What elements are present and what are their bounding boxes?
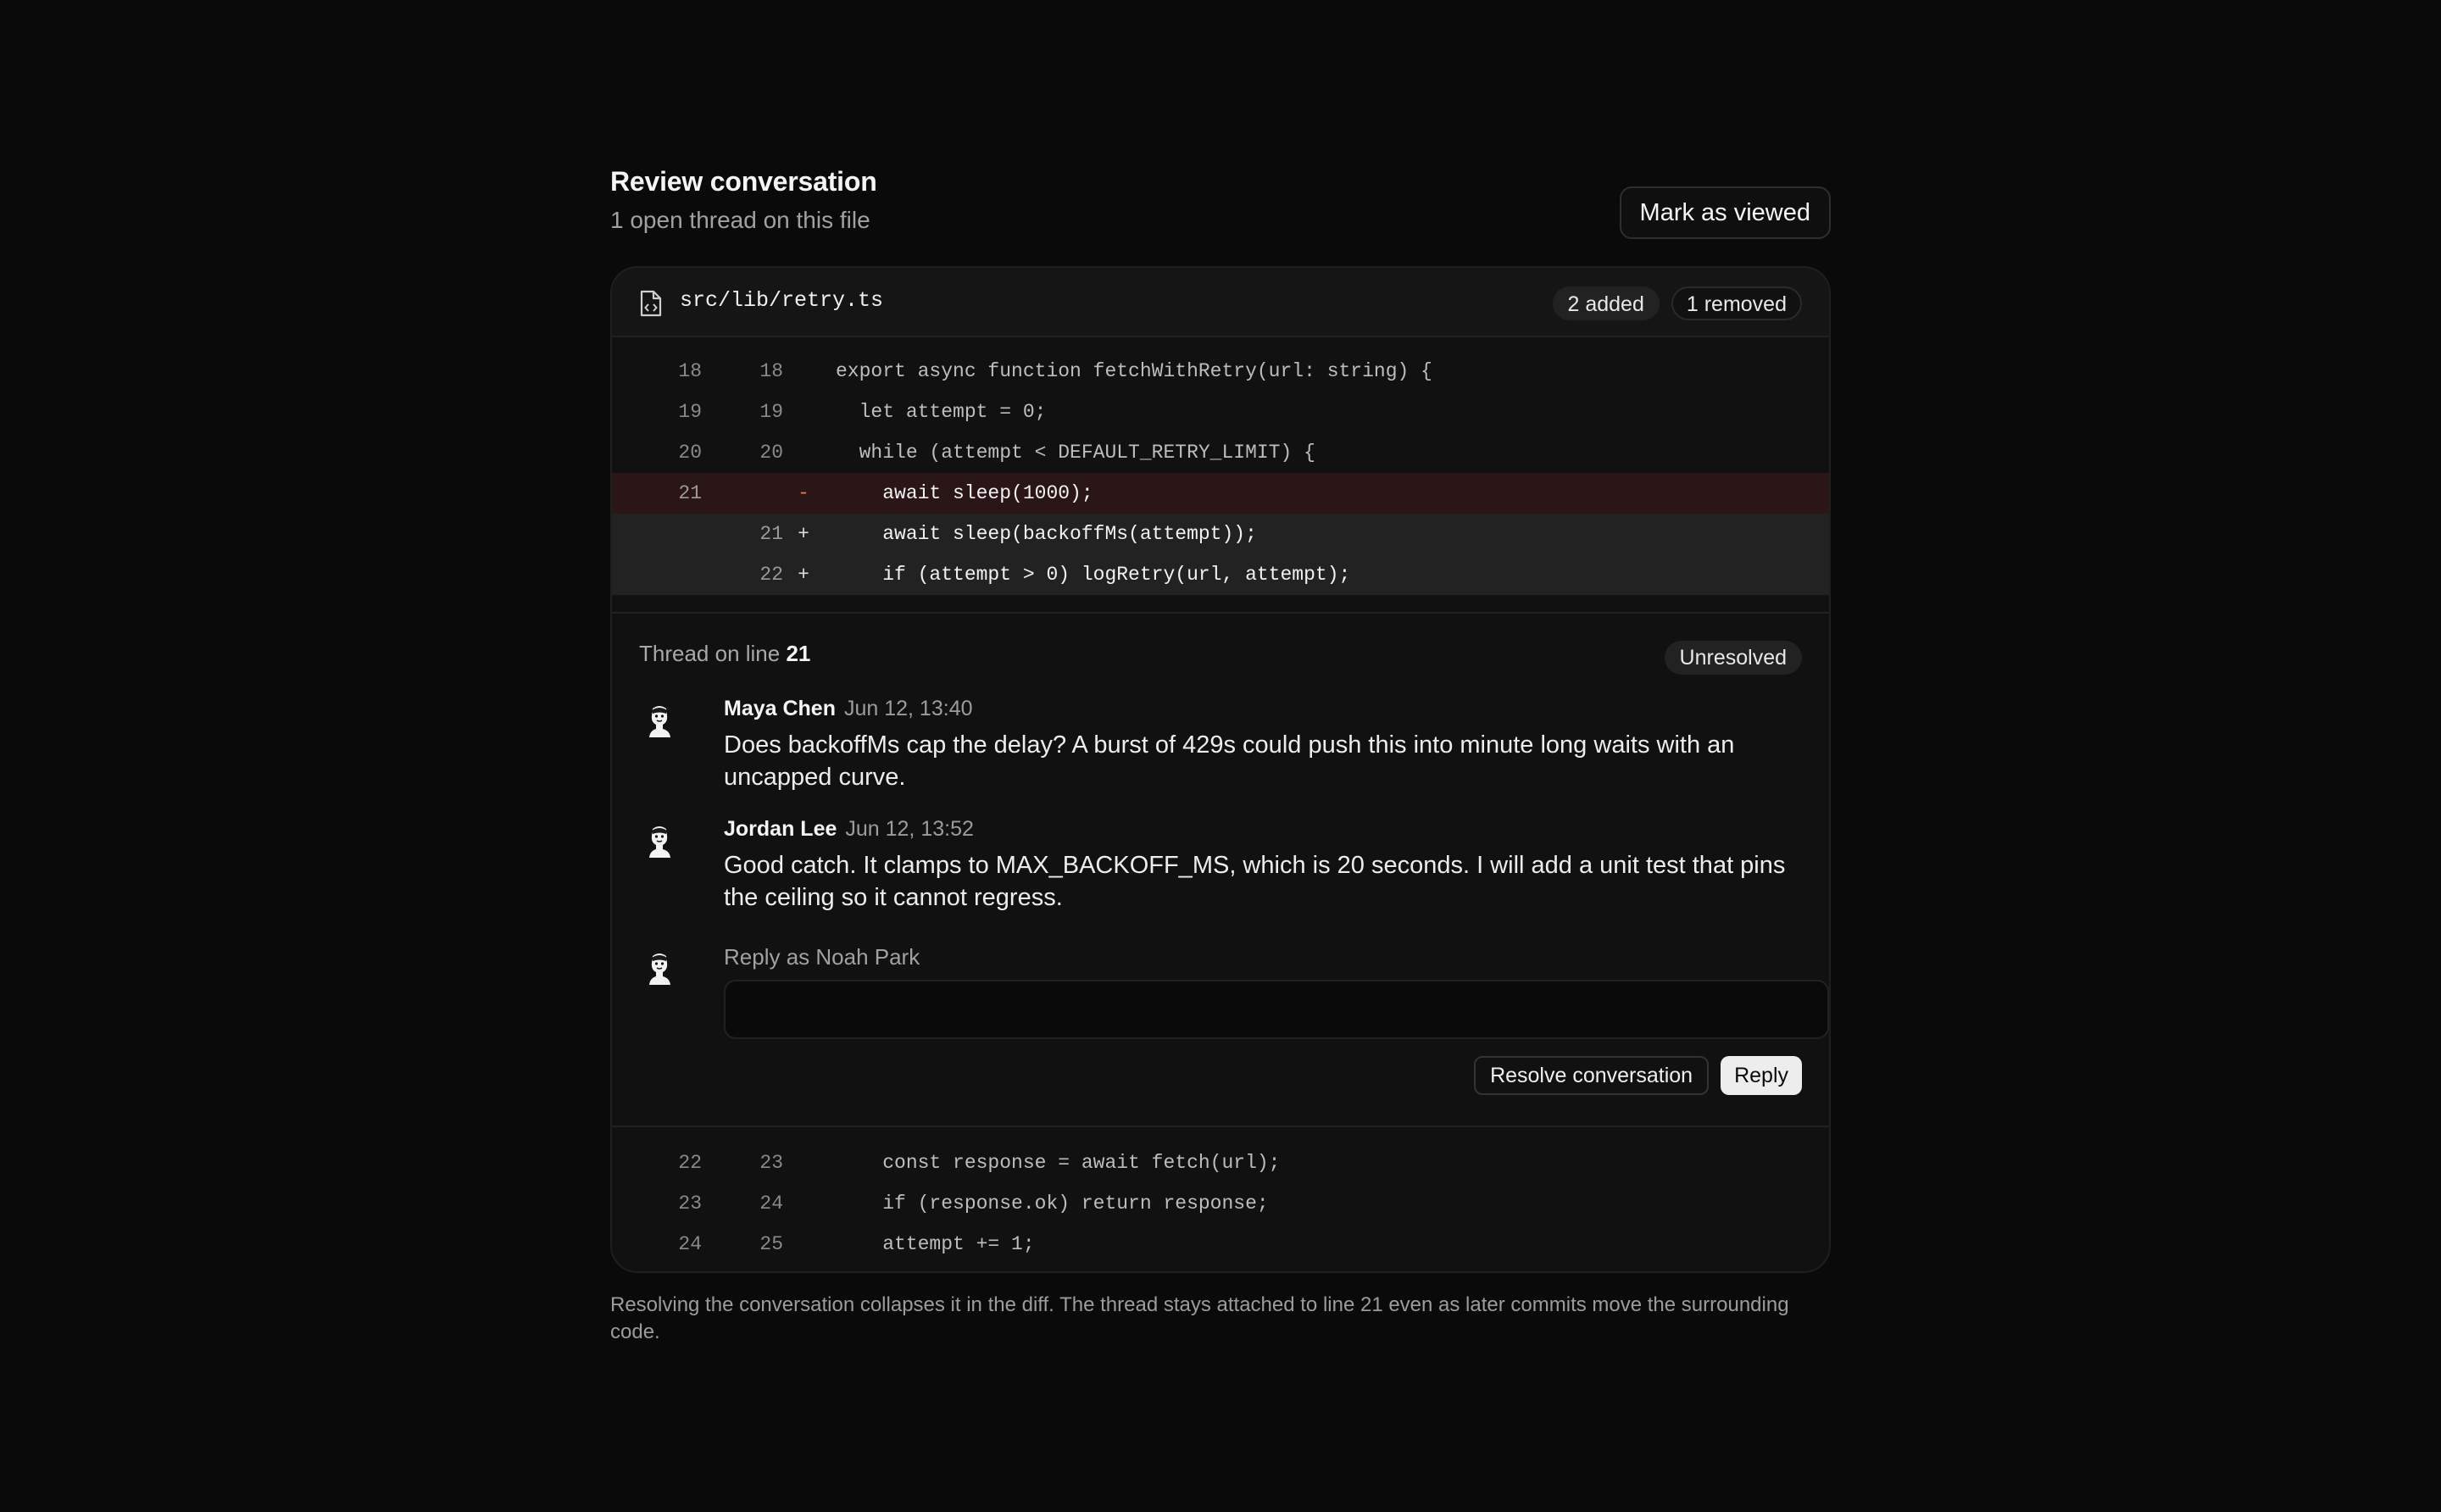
new-line-number: 24 bbox=[759, 1192, 783, 1215]
diff-sign: + bbox=[798, 523, 809, 545]
code-text: await sleep(1000); bbox=[836, 482, 1093, 504]
code-text: await sleep(backoffMs(attempt)); bbox=[836, 523, 1257, 545]
code-text: const response = await fetch(url); bbox=[836, 1152, 1281, 1174]
review-thread: Thread on line 21 Unresolved Maya Chen Ju… bbox=[612, 612, 1829, 1127]
status-badge: Unresolved bbox=[1664, 641, 1802, 675]
reply-button[interactable]: Reply bbox=[1721, 1056, 1802, 1095]
new-line-number: 19 bbox=[759, 401, 783, 423]
thread-heading: Thread on line 21 bbox=[639, 641, 810, 667]
code-text: export async function fetchWithRetry(url… bbox=[836, 360, 1432, 382]
page-title: Review conversation bbox=[610, 166, 877, 197]
diff-hunk-bottom: 22 23 const response = await fetch(url); 2… bbox=[612, 1127, 1829, 1265]
review-panel: Review conversation 1 open thread on thi… bbox=[610, 166, 1831, 1343]
diff-line-context[interactable]: 24 25 attempt += 1; bbox=[612, 1224, 1829, 1265]
diff-line-context[interactable]: 18 18 export async function fetchWithRetry… bbox=[612, 351, 1829, 392]
comment-timestamp[interactable]: Jun 12, 13:52 bbox=[845, 817, 974, 841]
old-line-number: 24 bbox=[678, 1233, 702, 1255]
code-text: while (attempt < DEFAULT_RETRY_LIMIT) { bbox=[836, 442, 1315, 464]
added-count-badge: 2 added bbox=[1552, 286, 1660, 320]
panel-header: Review conversation 1 open thread on thi… bbox=[610, 166, 1831, 268]
reply-input[interactable] bbox=[724, 980, 1829, 1039]
comment-header: Maya Chen Jun 12, 13:40 bbox=[724, 697, 973, 721]
file-header: src/lib/retry.ts 2 added 1 removed bbox=[612, 268, 1829, 337]
new-line-number: 23 bbox=[759, 1152, 783, 1174]
new-line-number: 22 bbox=[759, 564, 783, 586]
diff-sign: - bbox=[798, 482, 809, 504]
new-line-number: 20 bbox=[759, 442, 783, 464]
code-text: let attempt = 0; bbox=[836, 401, 1047, 423]
diff-line-context[interactable]: 20 20 while (attempt < DEFAULT_RETRY_LIMI… bbox=[612, 432, 1829, 473]
avatar-icon bbox=[649, 826, 670, 858]
new-line-number: 18 bbox=[759, 360, 783, 382]
file-path[interactable]: src/lib/retry.ts bbox=[680, 288, 883, 313]
code-text: attempt += 1; bbox=[836, 1233, 1035, 1255]
comment-timestamp[interactable]: Jun 12, 13:40 bbox=[844, 697, 973, 720]
avatar-icon bbox=[649, 706, 670, 737]
comment-body: Does backoffMs cap the delay? A burst of… bbox=[724, 731, 1735, 791]
new-line-number: 21 bbox=[759, 523, 783, 545]
file-diff-card: src/lib/retry.ts 2 added 1 removed 18 18 e… bbox=[610, 266, 1831, 1273]
diff-sign: + bbox=[798, 564, 809, 586]
diff-line-removed[interactable]: 21 - await sleep(1000); bbox=[612, 473, 1829, 514]
thread-actions: Resolve conversation Reply bbox=[1474, 1056, 1802, 1095]
diff-stats: 2 added 1 removed bbox=[1552, 286, 1802, 320]
avatar-icon bbox=[649, 953, 670, 985]
diff-line-added[interactable]: 21 + await sleep(backoffMs(attempt)); bbox=[612, 514, 1829, 554]
old-line-number: 23 bbox=[678, 1192, 702, 1215]
new-line-number: 25 bbox=[759, 1233, 783, 1255]
diff-line-added[interactable]: 22 + if (attempt > 0) logRetry(url, attem… bbox=[612, 554, 1829, 595]
diff-line-context[interactable]: 22 23 const response = await fetch(url); bbox=[612, 1142, 1829, 1183]
thread-line-number: 21 bbox=[786, 641, 811, 666]
diff-hunk-top: 18 18 export async function fetchWithRetry… bbox=[612, 337, 1829, 595]
comment: Jordan Lee Jun 12, 13:52 Good catch. It c… bbox=[639, 817, 1802, 919]
code-text: if (response.ok) return response; bbox=[836, 1192, 1269, 1215]
reply-composer: Reply as Noah Park bbox=[639, 944, 1829, 1046]
page-subtitle: 1 open thread on this file bbox=[610, 207, 870, 233]
old-line-number: 19 bbox=[678, 401, 702, 423]
comment-body: Good catch. It clamps to MAX_BACKOFF_MS,… bbox=[724, 852, 1786, 911]
thread-heading-prefix: Thread on line bbox=[639, 641, 787, 666]
diff-line-context[interactable]: 19 19 let attempt = 0; bbox=[612, 392, 1829, 432]
old-line-number: 20 bbox=[678, 442, 702, 464]
removed-count-badge: 1 removed bbox=[1671, 286, 1802, 320]
diff-line-context[interactable]: 23 24 if (response.ok) return response; bbox=[612, 1183, 1829, 1224]
file-code-icon bbox=[640, 290, 662, 317]
help-text: Resolving the conversation collapses it … bbox=[610, 1293, 1789, 1343]
code-text: if (attempt > 0) logRetry(url, attempt); bbox=[836, 564, 1351, 586]
comment-author[interactable]: Jordan Lee bbox=[724, 817, 837, 841]
comment: Maya Chen Jun 12, 13:40 Does backoffMs ca… bbox=[639, 697, 1802, 798]
reply-label: Reply as Noah Park bbox=[724, 944, 920, 970]
old-line-number: 21 bbox=[678, 482, 702, 504]
mark-as-viewed-button[interactable]: Mark as viewed bbox=[1619, 186, 1831, 239]
old-line-number: 22 bbox=[678, 1152, 702, 1174]
old-line-number: 18 bbox=[678, 360, 702, 382]
comment-header: Jordan Lee Jun 12, 13:52 bbox=[724, 817, 974, 842]
comment-author[interactable]: Maya Chen bbox=[724, 697, 836, 720]
resolve-conversation-button[interactable]: Resolve conversation bbox=[1474, 1056, 1710, 1095]
